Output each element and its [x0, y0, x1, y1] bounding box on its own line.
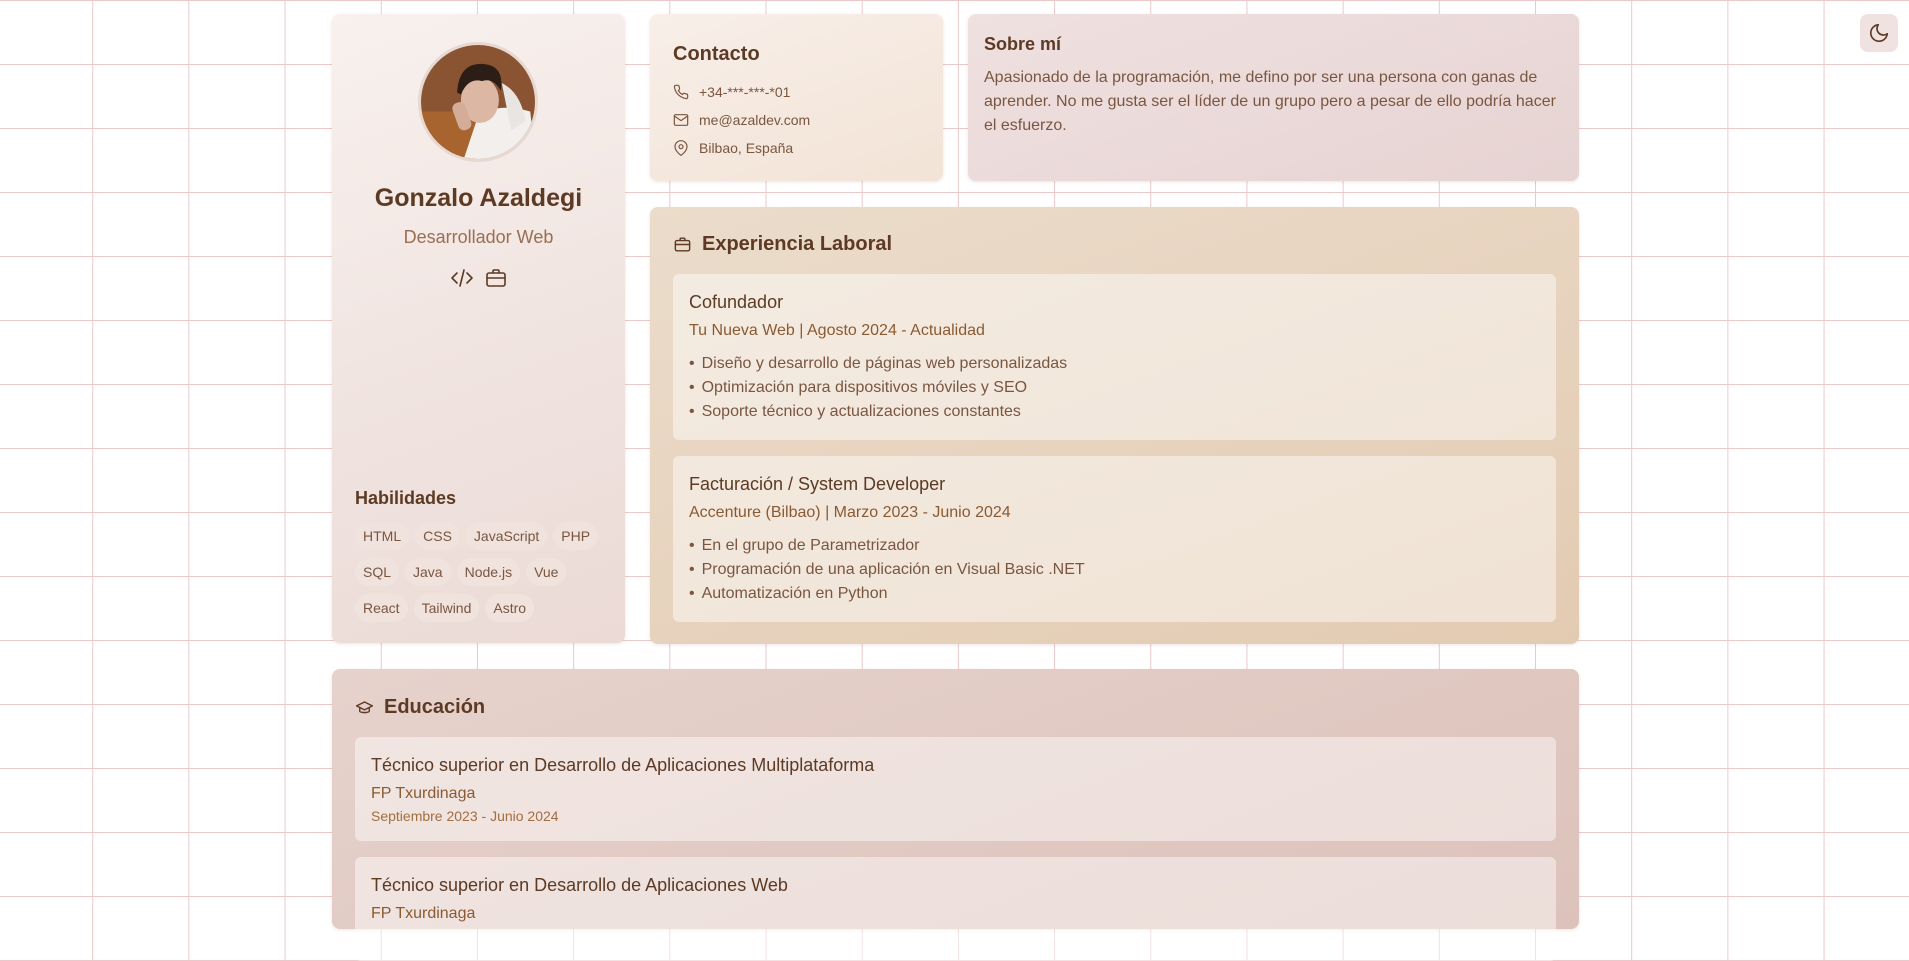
about-title: Sobre mí	[984, 34, 1062, 54]
skill-chip: JavaScript	[465, 522, 548, 550]
phone-icon	[673, 84, 689, 100]
profile-card: Gonzalo Azaldegi Desarrollador Web Habil…	[332, 14, 625, 643]
skill-chip: Tailwind	[413, 594, 480, 622]
degree-title: Técnico superior en Desarrollo de Aplica…	[371, 755, 875, 775]
phone-text: +34-***-***-*01	[699, 84, 791, 100]
profile-role: Desarrollador Web	[403, 227, 554, 247]
skill-chip: HTML	[355, 522, 410, 550]
skill-chip: Java	[405, 558, 451, 586]
contact-phone[interactable]: +34-***-***-*01	[673, 84, 790, 100]
profile-icons	[332, 266, 625, 290]
job-bullet: Programación de una aplicación en Visual…	[689, 558, 1085, 582]
job-title: Cofundador	[689, 292, 784, 312]
contact-card: Contacto +34-***-***-*01 me@azaldev.com …	[650, 14, 943, 181]
education-header: Educación	[355, 696, 485, 719]
education-item: Técnico superior en Desarrollo de Aplica…	[355, 857, 1556, 961]
skill-chip: PHP	[553, 522, 599, 550]
skill-chip: SQL	[355, 558, 400, 586]
school-name: FP Txurdinaga	[371, 905, 476, 922]
experience-card: Experiencia Laboral Cofundador Tu Nueva …	[650, 207, 1579, 644]
job-bullets: En el grupo de Parametrizador Programaci…	[689, 534, 1085, 606]
experience-title: Experiencia Laboral	[702, 233, 893, 255]
job-bullet: Soporte técnico y actualizaciones consta…	[689, 400, 1067, 424]
about-text: Apasionado de la programación, me defino…	[984, 69, 1556, 134]
job-company-date: Accenture (Bilbao) | Marzo 2023 - Junio …	[689, 504, 1011, 521]
graduation-cap-icon	[355, 701, 374, 714]
skill-chip: CSS	[415, 522, 460, 550]
experience-item: Facturación / System Developer Accenture…	[673, 456, 1556, 622]
job-title: Facturación / System Developer	[689, 474, 946, 494]
job-company-date: Tu Nueva Web | Agosto 2024 - Actualidad	[689, 322, 985, 339]
experience-header: Experiencia Laboral	[673, 233, 892, 256]
avatar	[418, 42, 538, 162]
profile-name: Gonzalo Azaldegi	[374, 184, 583, 212]
code-icon	[450, 266, 474, 290]
education-date: Septiembre 2023 - Junio 2024	[371, 808, 559, 824]
school-name: FP Txurdinaga	[371, 785, 476, 802]
education-card: Educación Técnico superior en Desarrollo…	[332, 669, 1579, 961]
email-text: me@azaldev.com	[699, 112, 811, 128]
briefcase-icon	[484, 266, 508, 290]
job-bullet: En el grupo de Parametrizador	[689, 534, 1085, 558]
education-item: Técnico superior en Desarrollo de Aplica…	[355, 737, 1556, 841]
skills-list: HTML CSS JavaScript PHP SQL Java Node.js…	[355, 522, 605, 622]
contact-title: Contacto	[673, 43, 760, 65]
location-text: Bilbao, España	[699, 140, 794, 156]
about-card: Sobre mí Apasionado de la programación, …	[968, 14, 1579, 181]
job-bullet: Optimización para dispositivos móviles y…	[689, 376, 1067, 400]
contact-location: Bilbao, España	[673, 140, 793, 156]
skill-chip: Vue	[526, 558, 567, 586]
job-bullets: Diseño y desarrollo de páginas web perso…	[689, 352, 1068, 424]
education-title: Educación	[384, 696, 486, 718]
job-bullet: Automatización en Python	[689, 582, 1085, 606]
job-bullet: Diseño y desarrollo de páginas web perso…	[689, 352, 1068, 376]
skill-chip: Node.js	[456, 558, 521, 586]
theme-toggle-button[interactable]	[1860, 14, 1898, 52]
mail-icon	[673, 114, 689, 126]
contact-email[interactable]: me@azaldev.com	[673, 112, 810, 128]
degree-title: Técnico superior en Desarrollo de Aplica…	[371, 875, 788, 895]
skill-chip: Astro	[485, 594, 535, 622]
map-pin-icon	[674, 140, 688, 156]
briefcase-icon	[674, 237, 691, 252]
skill-chip: React	[355, 594, 408, 622]
skills-title: Habilidades	[355, 488, 457, 508]
moon-icon	[1869, 23, 1889, 43]
experience-item: Cofundador Tu Nueva Web | Agosto 2024 - …	[673, 274, 1556, 440]
